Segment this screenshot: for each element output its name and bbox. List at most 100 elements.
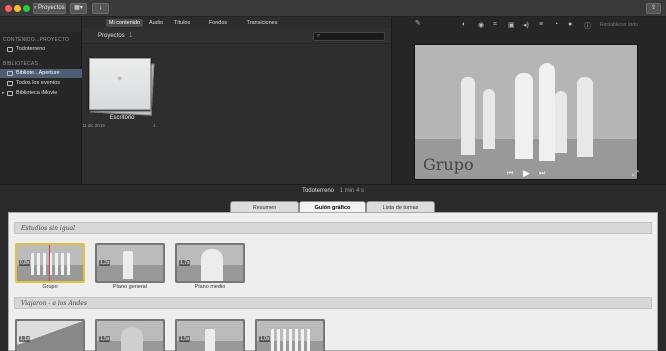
browser-view-icon: ▦▾ [74, 5, 83, 11]
clip-duration: 1,5s [179, 336, 191, 342]
info-icon[interactable]: ⓘ [584, 21, 591, 31]
libraries-sidebar: CONTENIDO...PROYECTO Todoterreno BIBLIOT… [0, 32, 82, 184]
tab-label: Mi contenido [108, 20, 141, 26]
person-silhouette [577, 77, 593, 157]
magic-wand-icon[interactable]: ✎ [415, 19, 421, 27]
tab-mi-contenido[interactable]: Mi contenido [106, 19, 143, 27]
storyboard-panel: Estudios sin igual 0,8s Grupo 1,2s Plano… [8, 212, 658, 351]
person-silhouette [205, 329, 215, 351]
person-silhouette [123, 251, 133, 279]
color-balance-icon[interactable]: ◐ [462, 21, 466, 28]
tab-label: Transiciones [246, 20, 278, 26]
project-title-line: Todoterreno 1 min 4 s [0, 188, 666, 194]
zoom-window-icon[interactable] [23, 5, 30, 12]
import-arrow-icon: ↓ [99, 5, 102, 11]
tab-label: Audio [148, 20, 164, 26]
volume-icon[interactable]: ◂) [523, 21, 529, 29]
tab-label: Títulos [173, 20, 191, 26]
media-tabs-bar: Mi contenido Audio Títulos Fondos Transi… [82, 17, 391, 28]
crop-icon[interactable]: ⌗ [493, 21, 497, 29]
person-silhouette [461, 77, 475, 155]
sidebar-item-label: Todoterreno [16, 46, 46, 52]
sidebar-item-todoterreno[interactable]: Todoterreno [0, 45, 82, 54]
clip-label: Plano medio [194, 284, 226, 290]
storyboard-clip[interactable]: 1,1s [15, 319, 85, 351]
person-silhouette [483, 89, 495, 149]
tab-transiciones[interactable]: Transiciones [242, 19, 282, 27]
project-name: Escritorio [109, 115, 135, 121]
clip-duration: 1,2s [99, 260, 111, 266]
sidebar-item-label: Biblioteca iMovie [16, 90, 58, 96]
storyboard-section-header[interactable]: Estudios sin igual [14, 222, 652, 234]
clip-duration: 1,0s [259, 336, 271, 342]
project-card-escritorio[interactable]: ● Escritorio [87, 56, 157, 128]
storyboard-section-header[interactable]: Viajaron - a los Andes [14, 297, 652, 309]
video-preview: Grupo [414, 44, 638, 180]
storyboard-clip[interactable]: 1,2s [95, 243, 165, 283]
browser-view-button[interactable]: ▦▾ [70, 3, 87, 14]
sidebar-item-label: Todos los eventos [16, 80, 61, 86]
project-bar: Todoterreno 1 min 4 s Resumen Guión gráf… [0, 184, 666, 213]
tab-titulos[interactable]: Títulos [171, 19, 193, 27]
clip-duration: 1,5s [99, 336, 111, 342]
sidebar-item-all-events[interactable]: Todos los eventos [0, 79, 82, 88]
tab-label: Guión gráfico [314, 205, 351, 211]
person-silhouette [555, 91, 567, 153]
film-icon [7, 47, 13, 52]
noise-reduction-icon[interactable]: ≡ [539, 21, 543, 28]
minimize-window-icon[interactable] [14, 5, 21, 12]
import-button[interactable]: ↓ [92, 3, 109, 14]
playhead [49, 245, 50, 281]
storyboard-clip[interactable]: 1,7s [175, 243, 245, 283]
imovie-library-icon [7, 91, 13, 96]
person-silhouette [515, 73, 533, 159]
person-silhouette [539, 63, 555, 161]
skip-forward-icon[interactable]: ⏭ [539, 170, 545, 178]
sidebar-item-imovie-library[interactable]: ▸ Biblioteca iMovie [0, 89, 82, 98]
group-figures [271, 329, 311, 351]
speed-icon[interactable]: ◔ [554, 21, 558, 28]
project-clip-count: 1 [153, 123, 156, 128]
share-button[interactable]: ⇪ [646, 3, 661, 14]
storyboard-clip[interactable]: 0,8s [15, 243, 85, 283]
stabilization-icon[interactable]: ▣ [508, 21, 515, 29]
project-name: Todoterreno [301, 188, 334, 194]
library-header [0, 17, 82, 32]
tab-fondos[interactable]: Fondos [206, 19, 230, 27]
storyboard-clip[interactable]: 1,0s [255, 319, 325, 351]
project-date: 11 dic 2015 [82, 123, 105, 128]
project-thumbnail: ● [89, 58, 151, 110]
play-icon[interactable]: ▶ [523, 168, 530, 179]
disclosure-triangle-icon[interactable]: ▸ [2, 89, 5, 98]
storyboard-clip[interactable]: 1,5s [95, 319, 165, 351]
browser-header-label: Proyectos [98, 33, 125, 39]
clip-label: Plano general [113, 284, 147, 290]
title-overlay: Grupo [423, 155, 474, 174]
sidebar-item-label: Bibliote...Aperture [16, 70, 60, 76]
project-browser: Proyectos 1 ⌕ ● Escritorio 11 dic 2015 1 [82, 28, 391, 184]
fullscreen-icon[interactable]: ⤢ [632, 169, 638, 179]
viewer-panel: ✎ ◐ ◉ ⌗ ▣ ◂) ≡ ◔ ● ⓘ Restablecer todo Gr… [391, 17, 666, 184]
reset-all-button[interactable]: Restablecer todo [600, 22, 638, 28]
browser-header: Proyectos 1 ⌕ [82, 28, 391, 44]
sidebar-item-aperture-library[interactable]: Bibliote...Aperture [0, 69, 82, 78]
events-icon [7, 81, 13, 86]
photos-library-icon [7, 71, 13, 76]
tab-label: Fondos [208, 20, 228, 26]
tab-label: Lista de tomas [382, 205, 419, 211]
skip-back-icon[interactable]: ⏮ [507, 170, 513, 178]
apple-logo-icon: ● [117, 73, 123, 83]
filter-icon[interactable]: ● [568, 21, 572, 28]
tab-audio[interactable]: Audio [145, 19, 167, 27]
window-toolbar: ‹ Proyectos ▦▾ ↓ ⇪ [0, 0, 666, 17]
search-field[interactable]: ⌕ [313, 32, 385, 41]
clip-duration: 1,1s [19, 336, 31, 342]
person-silhouette [201, 249, 223, 281]
storyboard-clip[interactable]: 1,5s [175, 319, 245, 351]
search-icon: ⌕ [317, 33, 321, 39]
person-silhouette [121, 327, 143, 351]
back-to-projects-button[interactable]: ‹ Proyectos [33, 3, 66, 14]
group-figures [31, 253, 71, 275]
close-window-icon[interactable] [5, 5, 12, 12]
color-correction-icon[interactable]: ◉ [478, 21, 484, 29]
